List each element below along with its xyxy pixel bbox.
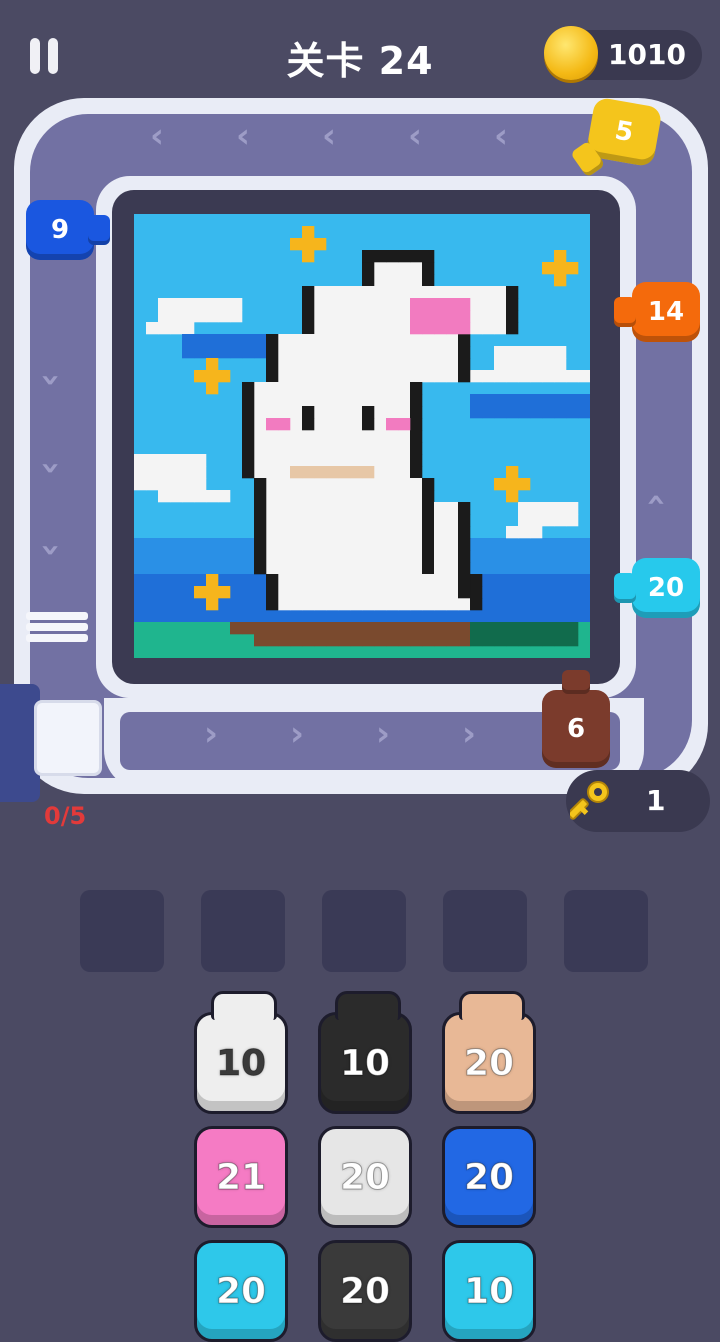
color-jar[interactable]: 21: [194, 1126, 288, 1228]
key-counter[interactable]: 1: [566, 770, 710, 832]
bunny-pixel-art: [134, 214, 590, 658]
direction-arrow: ‹: [236, 116, 251, 156]
shooter-cannon[interactable]: 9: [26, 200, 110, 260]
queue-slot[interactable]: [443, 890, 527, 972]
direction-arrow: ‹: [29, 542, 70, 558]
cannon-nozzle: [562, 670, 590, 694]
jar-count: 10: [215, 1042, 267, 1084]
jar-count: 20: [463, 1156, 515, 1198]
coin-count: 1010: [608, 38, 686, 71]
shooter-cannon[interactable]: 14: [614, 282, 700, 342]
key-icon: [570, 781, 609, 820]
direction-arrow: ‹: [322, 116, 337, 156]
coin-counter[interactable]: 1010: [544, 26, 702, 80]
color-jar[interactable]: 20: [194, 1240, 288, 1342]
direction-arrow: ‹: [494, 116, 509, 156]
cannon-ammo: 9: [50, 215, 70, 245]
pixel-art-board: [134, 214, 590, 658]
jar-lid: [211, 991, 277, 1020]
color-jar[interactable]: 20: [442, 1126, 536, 1228]
jar-count: 20: [339, 1156, 391, 1198]
jar-count: 21: [215, 1156, 267, 1198]
jar-count: 20: [463, 1042, 515, 1084]
shooter-cannon[interactable]: 5: [570, 96, 663, 178]
shooter-cannon[interactable]: 20: [614, 558, 700, 618]
cannon-ammo: 5: [612, 115, 636, 149]
color-jar[interactable]: 10: [194, 991, 288, 1114]
jar-count: 20: [339, 1270, 391, 1312]
cannon-nozzle: [88, 215, 110, 245]
direction-arrow: ‹: [290, 714, 305, 754]
direction-arrow: ‹: [637, 492, 678, 508]
jar-lid: [335, 991, 401, 1020]
progress-counter: 0/5: [44, 802, 87, 830]
color-jar[interactable]: 20: [318, 1240, 412, 1342]
cannon-ammo: 6: [566, 714, 586, 744]
direction-arrow: ‹: [150, 116, 165, 156]
queue-slot[interactable]: [201, 890, 285, 972]
jar-count: 10: [463, 1270, 515, 1312]
color-jar[interactable]: 20: [318, 1126, 412, 1228]
color-jar[interactable]: 20: [442, 991, 536, 1114]
queue-slot[interactable]: [564, 890, 648, 972]
direction-arrow: ‹: [408, 116, 423, 156]
queue-slot[interactable]: [80, 890, 164, 972]
direction-arrow: ‹: [29, 460, 70, 476]
cannon-ammo: 14: [647, 297, 685, 327]
cannon-nozzle: [614, 573, 636, 603]
cannon-ammo: 20: [647, 573, 685, 603]
cannon-nozzle: [614, 297, 636, 327]
coin-icon: [544, 26, 598, 80]
jar-count: 20: [215, 1270, 267, 1312]
jar-count: 10: [339, 1042, 391, 1084]
jar-lid: [459, 991, 525, 1020]
plate-stack: [26, 612, 88, 646]
direction-arrow: ‹: [462, 714, 477, 754]
color-jar[interactable]: 10: [318, 991, 412, 1114]
direction-arrow: ‹: [204, 714, 219, 754]
direction-arrow: ‹: [29, 372, 70, 388]
exit-slot: [34, 700, 102, 776]
shooter-cannon[interactable]: 6: [542, 670, 610, 768]
direction-arrow: ‹: [376, 714, 391, 754]
color-jar[interactable]: 10: [442, 1240, 536, 1342]
queue-slot[interactable]: [322, 890, 406, 972]
key-count: 1: [646, 784, 666, 817]
